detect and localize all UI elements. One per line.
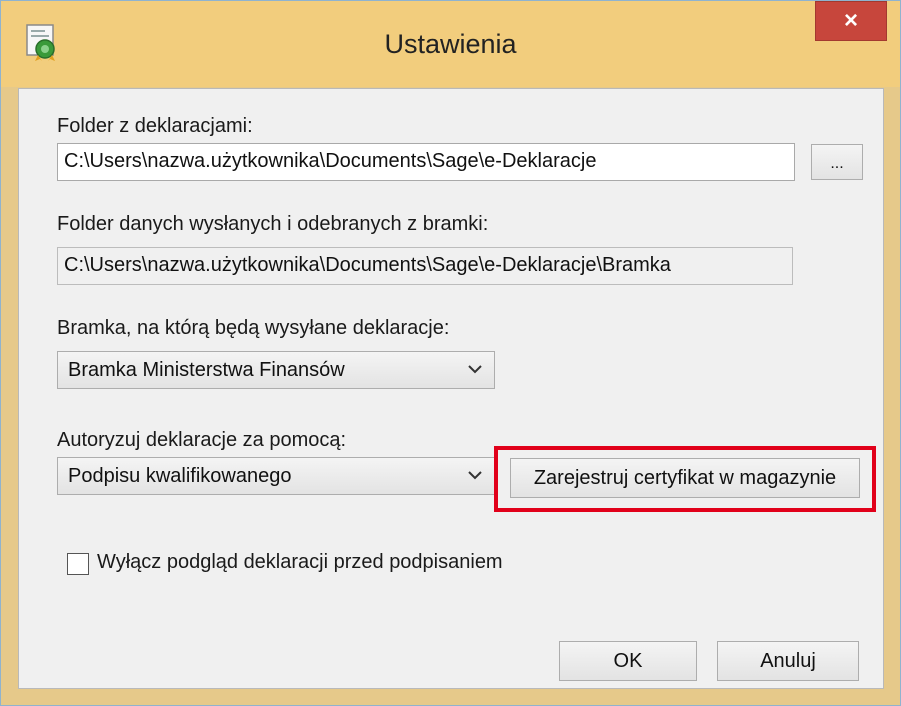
gateway-label: Bramka, na którą będą wysyłane deklaracj… (57, 317, 450, 339)
gateway-select[interactable]: Bramka Ministerstwa Finansów (57, 351, 495, 389)
auth-select[interactable]: Podpisu kwalifikowanego (57, 457, 495, 495)
close-button[interactable]: × (815, 1, 887, 41)
title-bar[interactable]: Ustawienia × (1, 1, 900, 87)
chevron-down-icon (468, 365, 482, 374)
declarations-folder-label: Folder z deklaracjami: (57, 115, 253, 137)
auth-label: Autoryzuj deklaracje za pomocą: (57, 429, 347, 451)
cancel-button[interactable]: Anuluj (717, 641, 859, 681)
chevron-down-icon (468, 471, 482, 480)
register-certificate-button[interactable]: Zarejestruj certyfikat w magazynie (510, 458, 860, 498)
declarations-folder-input[interactable]: C:\Users\nazwa.użytkownika\Documents\Sag… (57, 143, 795, 181)
disable-preview-checkbox[interactable] (67, 553, 89, 575)
auth-select-value: Podpisu kwalifikowanego (68, 464, 292, 487)
gateway-select-value: Bramka Ministerstwa Finansów (68, 358, 345, 381)
ok-button[interactable]: OK (559, 641, 697, 681)
browse-button[interactable]: ... (811, 144, 863, 180)
gateway-folder-field: C:\Users\nazwa.użytkownika\Documents\Sag… (57, 247, 793, 285)
gateway-folder-label: Folder danych wysłanych i odebranych z b… (57, 213, 489, 235)
settings-panel: Folder z deklaracjami: C:\Users\nazwa.uż… (18, 88, 884, 689)
window-title: Ustawienia (384, 29, 517, 59)
disable-preview-label: Wyłącz podgląd deklaracji przed podpisan… (97, 551, 503, 573)
settings-window: Ustawienia × Folder z deklaracjami: C:\U… (0, 0, 901, 706)
